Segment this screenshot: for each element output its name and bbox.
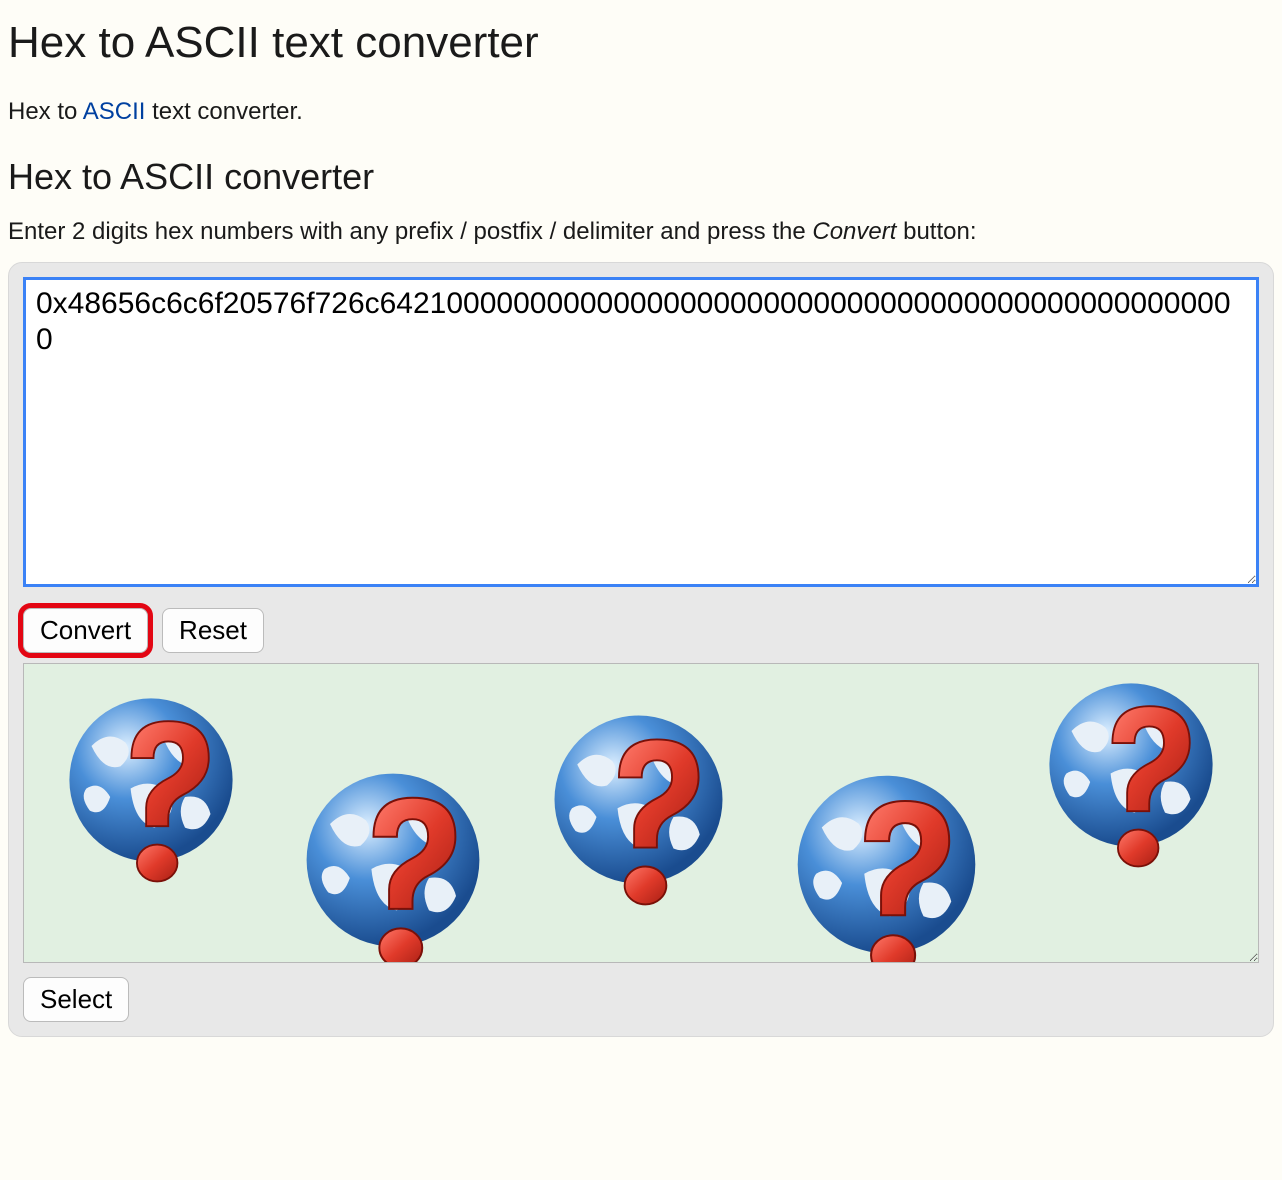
output-placeholder-globe	[551, 712, 726, 894]
question-mark-icon	[600, 730, 714, 920]
convert-button[interactable]: Convert	[23, 608, 148, 653]
question-mark-icon	[1094, 697, 1205, 881]
instruction-convert-word: Convert	[812, 218, 896, 245]
intro-suffix: text converter.	[145, 98, 302, 125]
reset-button[interactable]: Reset	[162, 608, 264, 653]
page-title: Hex to ASCII text converter	[8, 18, 1274, 68]
converter-panel: Convert Reset	[8, 262, 1274, 1037]
action-button-row: Convert Reset	[23, 608, 1259, 653]
output-placeholder-globe	[66, 695, 236, 872]
select-button-row: Select	[23, 977, 1259, 1022]
output-placeholder-globe	[303, 770, 483, 957]
select-button[interactable]: Select	[23, 977, 129, 1022]
hex-input[interactable]	[23, 277, 1259, 587]
output-placeholder-globe	[794, 772, 979, 963]
instruction-suffix: button:	[896, 218, 976, 245]
question-mark-icon	[113, 712, 224, 896]
ascii-link[interactable]: ASCII	[83, 98, 146, 125]
ascii-output[interactable]	[23, 663, 1259, 963]
instruction-text: Enter 2 digits hex numbers with any pref…	[8, 218, 1274, 246]
output-placeholder-globe	[1046, 680, 1216, 857]
question-mark-icon	[354, 788, 471, 963]
intro-prefix: Hex to	[8, 98, 83, 125]
question-mark-icon	[845, 791, 965, 963]
intro-text: Hex to ASCII text converter.	[8, 98, 1274, 126]
instruction-prefix: Enter 2 digits hex numbers with any pref…	[8, 218, 812, 245]
section-title: Hex to ASCII converter	[8, 156, 1274, 198]
